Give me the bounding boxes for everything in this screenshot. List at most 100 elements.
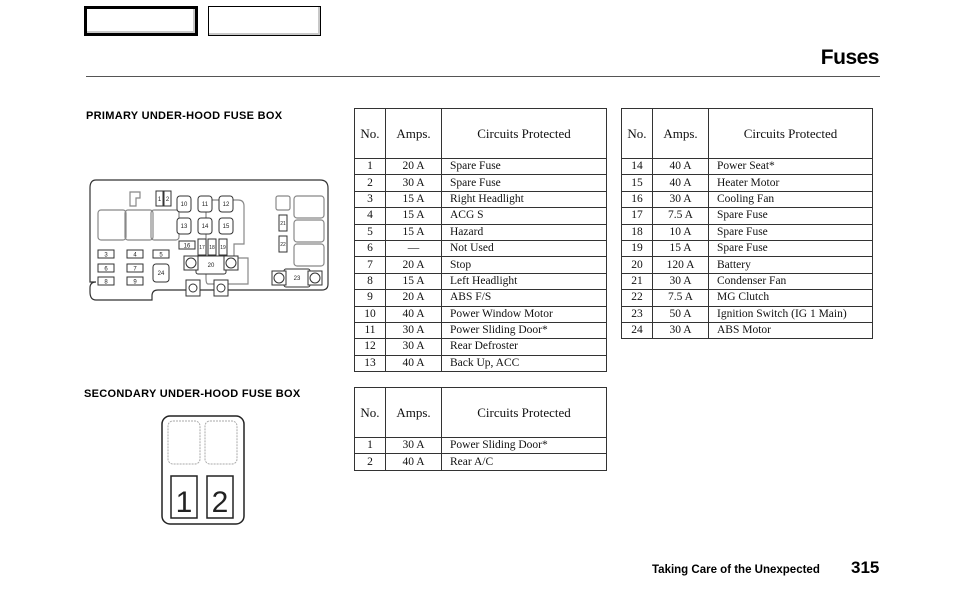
- next-page-button[interactable]: [208, 6, 321, 36]
- amperage-cell: 30 A: [385, 174, 442, 192]
- fuse-number-cell: 10: [354, 305, 386, 323]
- amperage-cell: 40 A: [385, 453, 442, 471]
- table-row: 14 40 A Power Seat*: [621, 157, 873, 176]
- fuse-label-12: 12: [223, 202, 230, 208]
- table-row: 24 30 A ABS Motor: [621, 321, 873, 340]
- table-row: 20 120 A Battery: [621, 256, 873, 274]
- fuse-number-cell: 20: [621, 256, 653, 274]
- page-number: 315: [851, 558, 880, 577]
- table-row: 16 30 A Cooling Fan: [621, 190, 873, 209]
- fuse-number-cell: 17: [621, 207, 653, 225]
- table-body: 1 20 A Spare Fuse 2 30 A Spare Fuse 3 15 A Right…: [354, 157, 607, 373]
- primary-fuse-table-14-24: No. Amps. Circuits Protected 14 40 A Power…: [621, 108, 873, 340]
- fuse-label-15: 15: [223, 224, 230, 230]
- table-row: 11 30 A Power Sliding Door*: [354, 321, 607, 340]
- fuse-number-cell: 16: [621, 190, 653, 209]
- amperage-cell: 7.5 A: [652, 207, 709, 225]
- circuit-cell: Back Up, ACC: [441, 354, 607, 373]
- circuit-cell: Not Used: [441, 239, 607, 258]
- amperage-cell: 10 A: [652, 223, 709, 241]
- amperage-cell: 40 A: [385, 354, 442, 373]
- circuit-cell: Spare Fuse: [708, 223, 873, 241]
- header-circuits: Circuits Protected: [441, 387, 607, 438]
- fuse-number-cell: 22: [621, 289, 653, 307]
- primary-fuse-box-diagram: 1 2 3 4 5 6 7 8 9 10 11 12 13 14 15 16 1…: [89, 179, 329, 301]
- fuse-label-10: 10: [181, 202, 188, 208]
- circuit-cell: Rear A/C: [441, 453, 607, 471]
- fuse-number-cell: 18: [621, 223, 653, 241]
- primary-fuse-box-heading: PRIMARY UNDER-HOOD FUSE BOX: [86, 110, 283, 122]
- title-divider: [86, 76, 880, 77]
- fuse-label-20: 20: [208, 263, 215, 269]
- circuit-cell: Left Headlight: [441, 272, 607, 291]
- amperage-cell: 7.5 A: [652, 289, 709, 307]
- amperage-cell: 15 A: [652, 239, 709, 258]
- amperage-cell: —: [385, 239, 442, 258]
- terminal-a: [185, 279, 201, 297]
- fuse-label-2: 2: [212, 486, 229, 519]
- table-row: 9 20 A ABS F/S: [354, 289, 607, 307]
- table-body: 1 30 A Power Sliding Door* 2 40 A Rear A/C: [354, 436, 607, 471]
- table-row: 17 7.5 A Spare Fuse: [621, 207, 873, 225]
- table-row: 10 40 A Power Window Motor: [354, 305, 607, 323]
- fuse-label-21: 21: [280, 221, 286, 227]
- header-amps: Amps.: [385, 387, 442, 438]
- header-circuits: Circuits Protected: [441, 108, 607, 159]
- terminal-b: [213, 279, 229, 297]
- table-row: 12 30 A Rear Defroster: [354, 338, 607, 356]
- amperage-cell: 15 A: [385, 190, 442, 209]
- fuse-label-24: 24: [158, 271, 165, 277]
- fuse-number-cell: 2: [354, 174, 386, 192]
- amperage-cell: 20 A: [385, 157, 442, 176]
- fuse-number-cell: 13: [354, 354, 386, 373]
- fuse-number-cell: 24: [621, 321, 653, 340]
- circuit-cell: Spare Fuse: [708, 239, 873, 258]
- relay-slot-right: [204, 420, 238, 465]
- fuse-number-cell: 1: [354, 157, 386, 176]
- circuit-cell: Battery: [708, 256, 873, 274]
- amperage-cell: 20 A: [385, 256, 442, 274]
- fuse-number-cell: 7: [354, 256, 386, 274]
- circuit-cell: Ignition Switch (IG 1 Main): [708, 305, 873, 323]
- table-row: 7 20 A Stop: [354, 256, 607, 274]
- fuse-label-14: 14: [202, 224, 209, 230]
- fuse-label-17: 17: [199, 245, 205, 251]
- table-row: 18 10 A Spare Fuse: [621, 223, 873, 241]
- table-row: 5 15 A Hazard: [354, 223, 607, 241]
- header-circuits: Circuits Protected: [708, 108, 873, 159]
- fuse-number-cell: 15: [621, 174, 653, 192]
- fuse-number-cell: 23: [621, 305, 653, 323]
- amperage-cell: 15 A: [385, 223, 442, 241]
- table-row: 3 15 A Right Headlight: [354, 190, 607, 209]
- header-amps: Amps.: [385, 108, 442, 159]
- amperage-cell: 120 A: [652, 256, 709, 274]
- circuit-cell: Spare Fuse: [708, 207, 873, 225]
- circuit-cell: ABS F/S: [441, 289, 607, 307]
- fuse-number-cell: 4: [354, 207, 386, 225]
- amperage-cell: 30 A: [385, 321, 442, 340]
- table-row: 1 20 A Spare Fuse: [354, 157, 607, 176]
- secondary-fuse-box-heading: SECONDARY UNDER-HOOD FUSE BOX: [84, 388, 301, 400]
- table-row: 22 7.5 A MG Clutch: [621, 289, 873, 307]
- page-title: Fuses: [820, 46, 880, 69]
- circuit-cell: Cooling Fan: [708, 190, 873, 209]
- amperage-cell: 50 A: [652, 305, 709, 323]
- circuit-cell: Heater Motor: [708, 174, 873, 192]
- previous-page-button[interactable]: [84, 6, 198, 36]
- amperage-cell: 30 A: [652, 321, 709, 340]
- fuse-number-cell: 21: [621, 272, 653, 291]
- fuse-number-cell: 1: [354, 436, 386, 455]
- circuit-cell: Power Window Motor: [441, 305, 607, 323]
- table-row: 21 30 A Condenser Fan: [621, 272, 873, 291]
- table-row: 2 30 A Spare Fuse: [354, 174, 607, 192]
- table-row: 19 15 A Spare Fuse: [621, 239, 873, 258]
- table-row: 15 40 A Heater Motor: [621, 174, 873, 192]
- fuse-label-11: 11: [202, 202, 209, 208]
- circuit-cell: Right Headlight: [441, 190, 607, 209]
- circuit-cell: Power Seat*: [708, 157, 873, 176]
- table-body: 14 40 A Power Seat* 15 40 A Heater Motor 16 30 …: [621, 157, 873, 340]
- fuse-label-23: 23: [294, 276, 301, 282]
- amperage-cell: 40 A: [652, 174, 709, 192]
- relay-slot-left: [167, 420, 201, 465]
- fuse-number-cell: 5: [354, 223, 386, 241]
